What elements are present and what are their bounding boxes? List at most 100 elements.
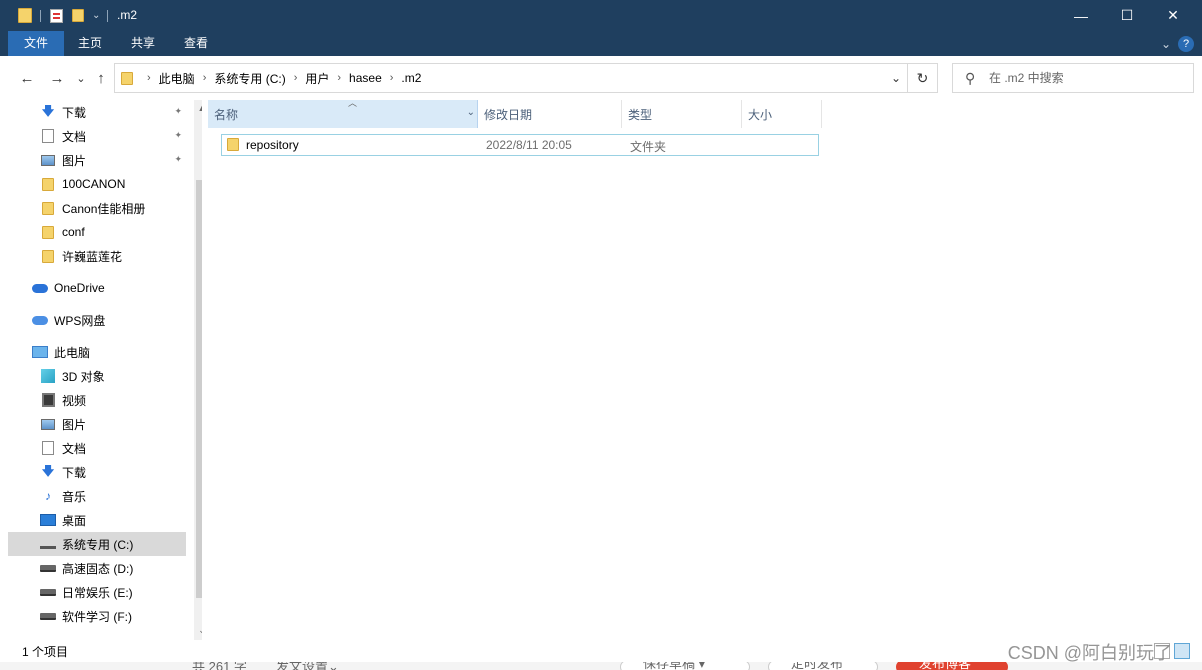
sidebar-item-d-drive[interactable]: 高速固态 (D:) (8, 556, 186, 580)
sidebar-item-downloads-pinned[interactable]: 🡇 下载 ✦ (8, 100, 186, 124)
sidebar-item-videos[interactable]: 视频 (8, 388, 186, 412)
sidebar-item-conf[interactable]: conf (8, 220, 186, 244)
music-icon: ♪ (45, 489, 51, 503)
schedule-publish-button[interactable]: 定时发布 (768, 662, 878, 670)
download-icon: 🡇 (41, 103, 55, 118)
sidebar-item-label: 图片 (62, 153, 87, 168)
chevron-right-icon[interactable]: › (337, 72, 341, 84)
scroll-down-icon[interactable]: ⌄ (194, 622, 202, 638)
video-icon (40, 392, 56, 408)
forward-button[interactable]: → (46, 67, 68, 89)
column-header-type[interactable]: 类型 (622, 100, 742, 128)
sidebar-item-label: 下载 (62, 105, 87, 120)
sidebar-item-label: 文档 (62, 129, 87, 144)
publish-blog-button[interactable]: 发布博客 (896, 662, 1008, 670)
large-icons-view-icon[interactable] (1174, 643, 1190, 659)
file-date: 2022/8/11 20:05 (486, 138, 572, 152)
breadcrumb-m2[interactable]: .m2 (401, 71, 421, 85)
column-header-size[interactable]: 大小 (742, 100, 822, 128)
breadcrumb-this-pc[interactable]: 此电脑 (159, 70, 195, 87)
sidebar-item-pictures[interactable]: 图片 (8, 412, 186, 436)
sidebar-item-100canon[interactable]: 100CANON (8, 172, 186, 196)
sidebar-item-this-pc[interactable]: 此电脑 (8, 340, 186, 364)
column-filter-icon[interactable]: ⌄ (467, 107, 475, 118)
folder-icon (227, 138, 239, 154)
sidebar-item-label: conf (62, 225, 85, 239)
drive-icon (40, 608, 56, 624)
customize-quick-access-icon[interactable]: ⌄ (92, 7, 100, 24)
back-button[interactable]: ← (16, 67, 38, 89)
sidebar-scrollbar[interactable]: ▲ ⌄ (194, 100, 202, 640)
column-header-name[interactable]: ︿ 名称 ⌄ (208, 98, 478, 128)
sidebar-item-label: 文档 (62, 441, 87, 456)
sidebar-item-documents[interactable]: 文档 (8, 436, 186, 460)
refresh-button[interactable]: ↻ (907, 64, 937, 92)
tab-share[interactable]: 共享 (116, 31, 170, 56)
document-icon (40, 440, 56, 456)
tab-file[interactable]: 文件 (8, 31, 64, 56)
sidebar-item-documents-pinned[interactable]: 文档 ✦ (8, 124, 186, 148)
column-header-label: 大小 (748, 107, 773, 122)
sidebar-item-c-drive[interactable]: 系统专用 (C:) (8, 532, 186, 556)
properties-icon[interactable] (50, 7, 63, 24)
breadcrumb-users[interactable]: 用户 (305, 70, 329, 87)
expand-ribbon-icon[interactable]: ⌄ (1154, 37, 1178, 51)
chevron-right-icon[interactable]: › (147, 72, 151, 84)
scroll-up-icon[interactable]: ▲ (194, 100, 202, 116)
breadcrumb-c-drive[interactable]: 系统专用 (C:) (214, 70, 285, 87)
sidebar-item-label: 音乐 (62, 489, 87, 504)
minimize-button[interactable]: — (1058, 0, 1104, 31)
publish-settings-link[interactable]: 发文设置⌄ (276, 662, 339, 670)
table-row[interactable]: repository 2022/8/11 20:05 文件夹 (221, 134, 819, 156)
address-bar[interactable]: › 此电脑 › 系统专用 (C:) › 用户 › hasee › .m2 ⌄ ↻ (114, 63, 938, 93)
folder-icon (18, 7, 32, 24)
sidebar-item-desktop[interactable]: 桌面 (8, 508, 186, 532)
folder-icon (40, 224, 56, 240)
publish-blog-label: 发布博客 (919, 662, 972, 670)
search-box[interactable]: ⚲ (952, 63, 1194, 93)
download-icon: 🡇 (41, 463, 55, 478)
sidebar-item-onedrive[interactable]: OneDrive (8, 276, 186, 300)
sidebar-item-label: 高速固态 (D:) (62, 561, 134, 576)
column-header-date[interactable]: 修改日期 (478, 100, 622, 128)
column-header-label: 类型 (628, 107, 653, 122)
breadcrumb-hasee[interactable]: hasee (349, 71, 382, 85)
pin-icon: ✦ (174, 106, 182, 116)
sidebar-item-canon-album[interactable]: Canon佳能相册 (8, 196, 186, 220)
sidebar-item-xuwei[interactable]: 许巍蓝莲花 (8, 244, 186, 268)
maximize-button[interactable]: ☐ (1104, 0, 1150, 31)
background-app-strip: 共 261 字 发文设置⌄ 保存草稿 ▾ 定时发布 发布博客 (0, 662, 1202, 670)
system-drive-icon (40, 536, 56, 552)
save-draft-button[interactable]: 保存草稿 ▾ (620, 662, 750, 670)
sidebar-item-label: 此电脑 (54, 345, 91, 360)
chevron-right-icon[interactable]: › (294, 72, 298, 84)
sidebar-item-label: 100CANON (62, 177, 126, 191)
sidebar-item-3d-objects[interactable]: 3D 对象 (8, 364, 186, 388)
chevron-right-icon[interactable]: › (203, 72, 207, 84)
sidebar-item-downloads[interactable]: 🡇 下载 (8, 460, 186, 484)
sidebar-item-music[interactable]: ♪ 音乐 (8, 484, 186, 508)
onedrive-icon (32, 280, 48, 296)
help-icon[interactable]: ? (1178, 35, 1194, 52)
pictures-icon (40, 152, 56, 168)
close-button[interactable]: ✕ (1150, 0, 1196, 31)
chevron-right-icon[interactable]: › (390, 72, 394, 84)
address-dropdown-icon[interactable]: ⌄ (885, 64, 907, 92)
search-input[interactable] (989, 69, 1185, 87)
wps-cloud-icon (32, 312, 48, 328)
sidebar-item-label: 日常娱乐 (E:) (62, 585, 133, 600)
tab-view[interactable]: 查看 (170, 31, 222, 56)
new-folder-icon[interactable] (72, 7, 84, 24)
tab-home[interactable]: 主页 (64, 31, 116, 56)
explorer-window: ⌄ .m2 — ☐ ✕ 文件 主页 共享 查看 ⌄ ? ← → ⌄ ↑ › 此电… (0, 0, 1202, 670)
save-draft-label: 保存草稿 ▾ (643, 662, 706, 670)
sidebar-item-wps-cloud[interactable]: WPS网盘 (8, 308, 186, 332)
navigation-bar: ← → ⌄ ↑ › 此电脑 › 系统专用 (C:) › 用户 › hasee ›… (8, 63, 1194, 93)
file-type: 文件夹 (630, 140, 667, 154)
sidebar-item-f-drive[interactable]: 软件学习 (F:) (8, 604, 186, 628)
pictures-icon (40, 416, 56, 432)
sidebar-item-pictures-pinned[interactable]: 图片 ✦ (8, 148, 186, 172)
up-button[interactable]: ↑ (90, 67, 112, 89)
recent-locations-button[interactable]: ⌄ (70, 67, 92, 89)
sidebar-item-e-drive[interactable]: 日常娱乐 (E:) (8, 580, 186, 604)
